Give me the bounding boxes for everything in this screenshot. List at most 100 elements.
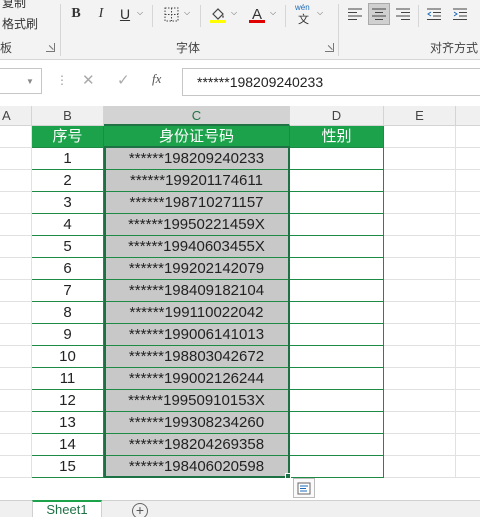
cell-id[interactable]: ******199201174611 — [104, 170, 290, 192]
cell-a[interactable] — [0, 280, 32, 302]
cell-no[interactable]: 15 — [32, 456, 104, 478]
cell-f[interactable] — [456, 324, 480, 346]
cell-id[interactable]: ******199202142079 — [104, 258, 290, 280]
cell-no[interactable]: 1 — [32, 148, 104, 170]
cut-button[interactable]: 复制 — [2, 0, 26, 11]
cell-f1[interactable] — [456, 126, 480, 148]
cell-no[interactable]: 14 — [32, 434, 104, 456]
cell-e[interactable] — [384, 148, 456, 170]
cell-id[interactable]: ******199308234260 — [104, 412, 290, 434]
borders-dropdown-icon[interactable]: ⌵ — [184, 8, 190, 18]
cell-no[interactable]: 4 — [32, 214, 104, 236]
cell-gender[interactable] — [290, 302, 384, 324]
cell-a[interactable] — [0, 192, 32, 214]
clipboard-dialog-launcher-icon[interactable] — [46, 43, 55, 52]
cell-no[interactable]: 13 — [32, 412, 104, 434]
cell-a[interactable] — [0, 390, 32, 412]
cell-id[interactable]: ******199006141013 — [104, 324, 290, 346]
cell-e[interactable] — [384, 324, 456, 346]
cell-e[interactable] — [384, 258, 456, 280]
cancel-icon[interactable]: ✕ — [82, 71, 95, 89]
underline-button[interactable]: U — [118, 4, 132, 24]
cell-e[interactable] — [384, 390, 456, 412]
font-dialog-launcher-icon[interactable] — [325, 43, 334, 52]
column-header-d[interactable]: D — [290, 106, 384, 126]
cell-f[interactable] — [456, 434, 480, 456]
enter-check-icon[interactable]: ✓ — [117, 71, 130, 89]
format-painter-button[interactable]: 格式刷 — [2, 15, 38, 32]
cell-id[interactable]: ******19940603455X — [104, 236, 290, 258]
cell-e[interactable] — [384, 412, 456, 434]
cell-gender[interactable] — [290, 346, 384, 368]
decrease-indent-button[interactable] — [424, 4, 444, 24]
cell-gender[interactable] — [290, 236, 384, 258]
increase-indent-button[interactable] — [450, 4, 470, 24]
font-color-dropdown-icon[interactable]: ⌵ — [270, 8, 276, 18]
cell-f[interactable] — [456, 368, 480, 390]
cell-f[interactable] — [456, 170, 480, 192]
cell-no[interactable]: 7 — [32, 280, 104, 302]
quick-analysis-button[interactable] — [293, 478, 315, 498]
cell-id[interactable]: ******19950221459X — [104, 214, 290, 236]
header-cell-no[interactable]: 序号 — [32, 126, 104, 148]
cell-no[interactable]: 3 — [32, 192, 104, 214]
name-box-dropdown-icon[interactable]: ▼ — [26, 77, 34, 86]
cell-id[interactable]: ******198406020598 — [104, 456, 290, 478]
cell-f[interactable] — [456, 192, 480, 214]
cell-e[interactable] — [384, 280, 456, 302]
cell-id[interactable]: ******198710271157 — [104, 192, 290, 214]
cell-gender[interactable] — [290, 192, 384, 214]
cell-e[interactable] — [384, 236, 456, 258]
cell-id[interactable]: ******19950910153X — [104, 390, 290, 412]
cell-no[interactable]: 10 — [32, 346, 104, 368]
formula-input[interactable]: ******198209240233 — [182, 68, 480, 96]
underline-dropdown-icon[interactable]: ⌵ — [137, 8, 143, 18]
cell-a[interactable] — [0, 368, 32, 390]
cell-f[interactable] — [456, 236, 480, 258]
add-sheet-button[interactable]: + — [132, 503, 148, 517]
cell-f[interactable] — [456, 456, 480, 478]
cell-gender[interactable] — [290, 390, 384, 412]
cell-no[interactable]: 12 — [32, 390, 104, 412]
cell-no[interactable]: 6 — [32, 258, 104, 280]
cell-a[interactable] — [0, 324, 32, 346]
cell-no[interactable]: 9 — [32, 324, 104, 346]
cell-a[interactable] — [0, 302, 32, 324]
cell-f[interactable] — [456, 390, 480, 412]
cell-no[interactable]: 11 — [32, 368, 104, 390]
cell-a1[interactable] — [0, 126, 32, 148]
cell-a[interactable] — [0, 170, 32, 192]
cell-id[interactable]: ******199002126244 — [104, 368, 290, 390]
cell-gender[interactable] — [290, 148, 384, 170]
phonetic-dropdown-icon[interactable]: ⌵ — [317, 8, 323, 18]
cell-no[interactable]: 8 — [32, 302, 104, 324]
cell-e[interactable] — [384, 214, 456, 236]
cell-no[interactable]: 5 — [32, 236, 104, 258]
align-right-button[interactable] — [394, 4, 412, 24]
header-cell-id[interactable]: 身份证号码 — [104, 126, 290, 148]
cell-f[interactable] — [456, 412, 480, 434]
column-header-c[interactable]: C — [104, 106, 290, 126]
column-header-f[interactable] — [456, 106, 480, 126]
phonetic-guide-button[interactable]: 文 — [298, 11, 309, 27]
fill-handle[interactable] — [285, 473, 291, 479]
cell-id[interactable]: ******198209240233 — [104, 148, 290, 170]
cell-id[interactable]: ******198204269358 — [104, 434, 290, 456]
cell-a[interactable] — [0, 456, 32, 478]
cell-e[interactable] — [384, 368, 456, 390]
cell-e[interactable] — [384, 434, 456, 456]
cell-e[interactable] — [384, 192, 456, 214]
cell-no[interactable]: 2 — [32, 170, 104, 192]
cell-id[interactable]: ******198803042672 — [104, 346, 290, 368]
insert-function-button[interactable]: fx — [152, 71, 161, 87]
column-header-e[interactable]: E — [384, 106, 456, 126]
cell-id[interactable]: ******198409182104 — [104, 280, 290, 302]
cell-gender[interactable] — [290, 324, 384, 346]
align-left-button[interactable] — [346, 4, 364, 24]
borders-button[interactable] — [162, 4, 180, 24]
cell-a[interactable] — [0, 434, 32, 456]
cell-f[interactable] — [456, 280, 480, 302]
cell-f[interactable] — [456, 148, 480, 170]
cell-gender[interactable] — [290, 258, 384, 280]
cell-e[interactable] — [384, 170, 456, 192]
